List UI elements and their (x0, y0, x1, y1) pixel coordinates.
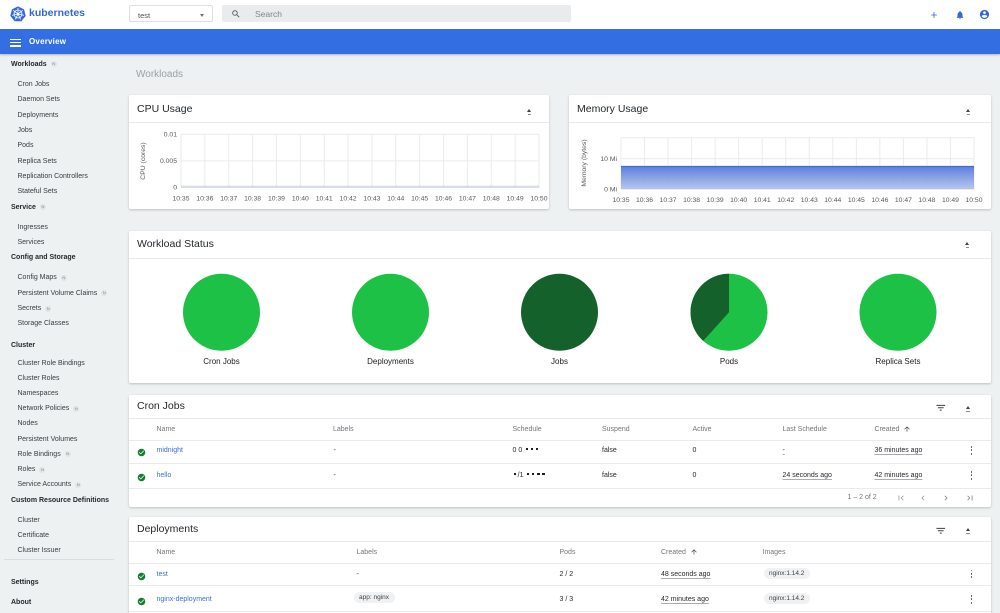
svg-text:0: 0 (173, 185, 177, 192)
svg-text:10:41: 10:41 (315, 195, 332, 202)
svg-text:10:44: 10:44 (824, 197, 841, 204)
svg-text:0 Mi: 0 Mi (604, 186, 617, 193)
svg-text:10:36: 10:36 (196, 195, 213, 202)
svg-text:10:37: 10:37 (659, 197, 676, 204)
svg-text:10:43: 10:43 (800, 197, 817, 204)
svg-text:0.01: 0.01 (163, 132, 176, 139)
svg-text:10:49: 10:49 (506, 195, 523, 202)
svg-text:CPU (cores): CPU (cores) (140, 142, 147, 179)
svg-text:10:43: 10:43 (363, 195, 380, 202)
svg-text:10:47: 10:47 (894, 197, 911, 204)
svg-text:10:35: 10:35 (612, 197, 629, 204)
svg-text:10:40: 10:40 (291, 195, 308, 202)
svg-text:10:49: 10:49 (941, 197, 958, 204)
svg-text:Memory (bytes): Memory (bytes) (581, 139, 588, 186)
svg-text:10:48: 10:48 (482, 195, 499, 202)
svg-text:10:35: 10:35 (172, 195, 189, 202)
svg-text:Pods: Pods (719, 356, 737, 365)
svg-text:Jobs: Jobs (551, 356, 568, 365)
svg-text:10:38: 10:38 (683, 197, 700, 204)
svg-text:10:48: 10:48 (918, 197, 935, 204)
svg-text:Replica Sets: Replica Sets (875, 356, 920, 365)
svg-text:Cron Jobs: Cron Jobs (203, 356, 239, 365)
svg-text:10:41: 10:41 (753, 197, 770, 204)
svg-text:Deployments: Deployments (367, 356, 414, 365)
svg-text:0.005: 0.005 (159, 158, 176, 165)
svg-text:10 Mi: 10 Mi (600, 156, 617, 163)
svg-text:10:45: 10:45 (847, 197, 864, 204)
svg-text:10:50: 10:50 (530, 195, 547, 202)
svg-text:10:46: 10:46 (871, 197, 888, 204)
svg-text:10:38: 10:38 (244, 195, 261, 202)
svg-text:10:47: 10:47 (458, 195, 475, 202)
svg-text:10:39: 10:39 (706, 197, 723, 204)
svg-text:10:42: 10:42 (777, 197, 794, 204)
svg-text:10:42: 10:42 (339, 195, 356, 202)
svg-text:10:50: 10:50 (965, 197, 982, 204)
svg-text:10:37: 10:37 (220, 195, 237, 202)
svg-text:10:45: 10:45 (411, 195, 428, 202)
svg-text:10:36: 10:36 (636, 197, 653, 204)
svg-text:10:39: 10:39 (267, 195, 284, 202)
svg-text:10:40: 10:40 (730, 197, 747, 204)
svg-text:10:44: 10:44 (387, 195, 404, 202)
svg-text:10:46: 10:46 (435, 195, 452, 202)
